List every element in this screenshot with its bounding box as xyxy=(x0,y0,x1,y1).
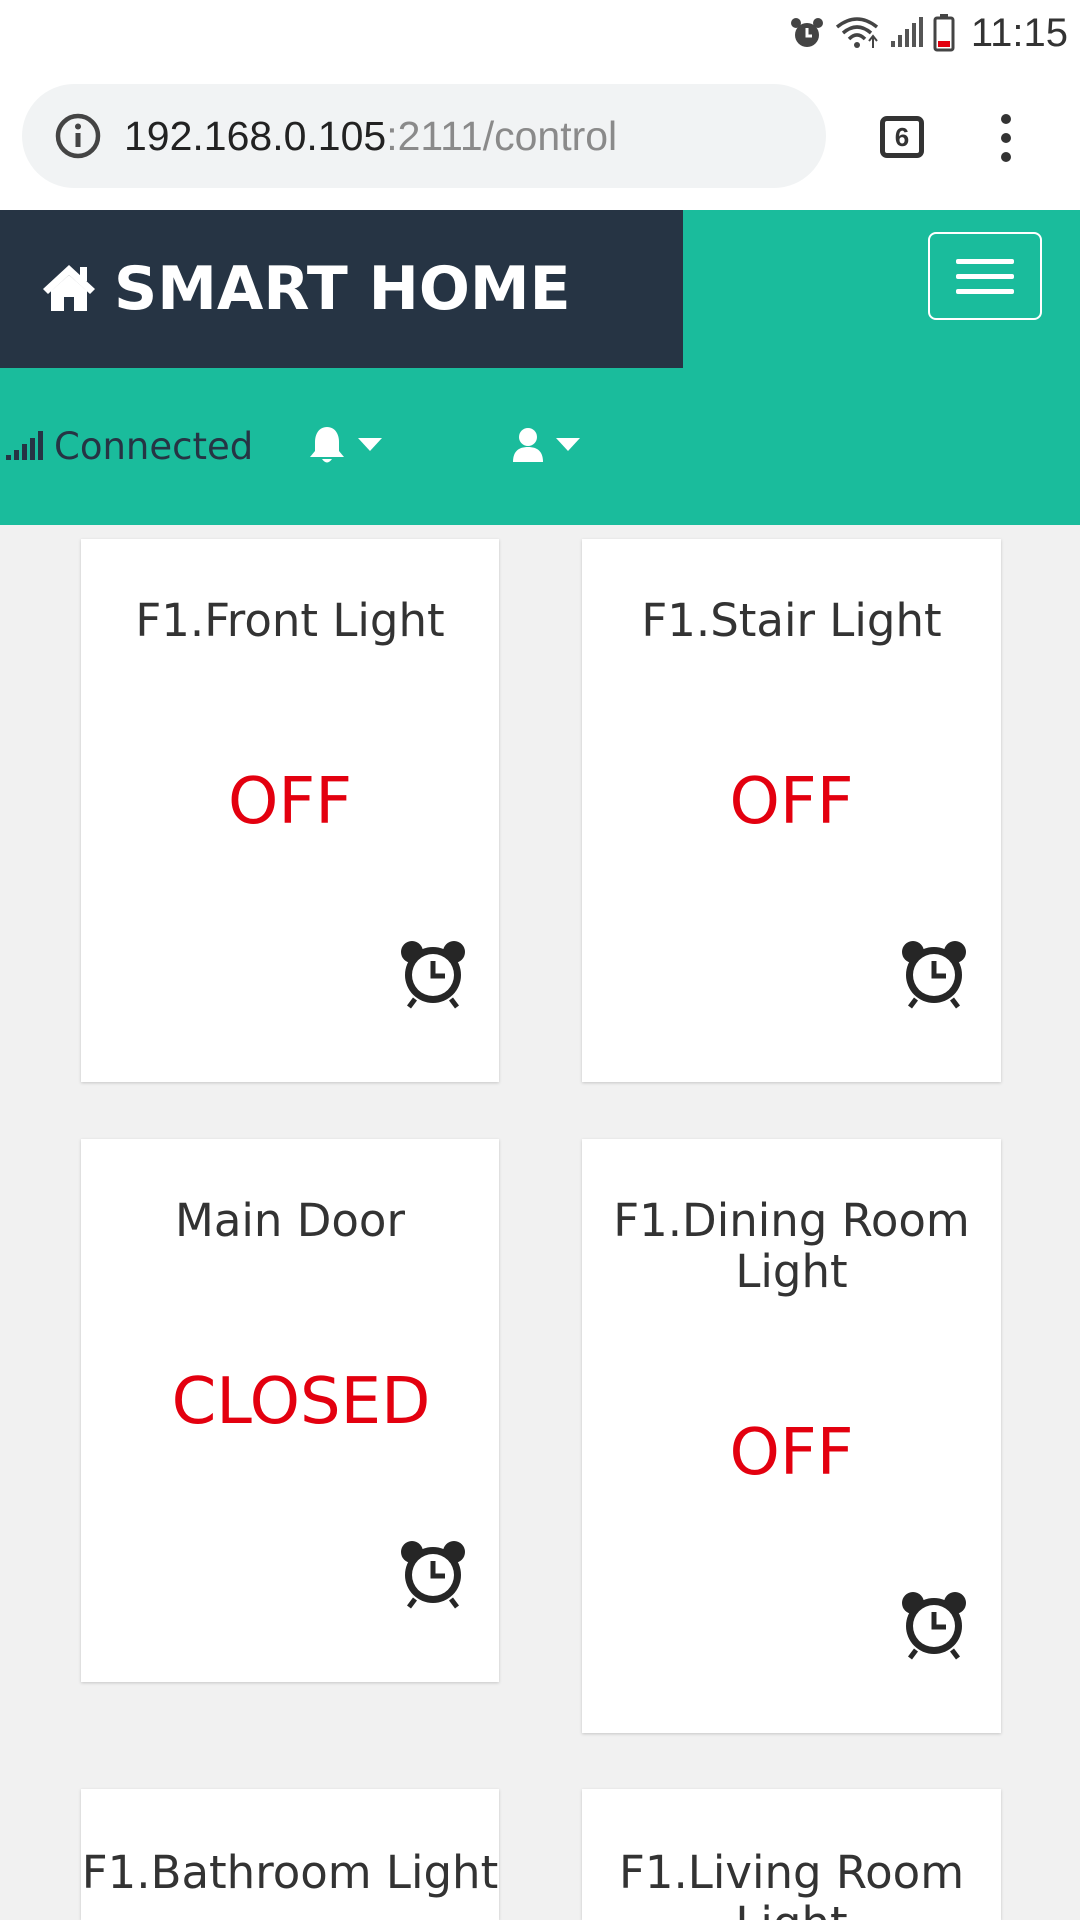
device-card[interactable]: Main Door CLOSED xyxy=(81,1139,499,1682)
navbar-row: Connected xyxy=(0,368,1080,525)
connection-status-label: Connected xyxy=(54,425,254,468)
device-name: F1.Bathroom Light xyxy=(81,1846,499,1899)
caret-down-icon xyxy=(556,437,580,456)
status-icons: 11:15 xyxy=(789,8,1068,58)
hamburger-icon xyxy=(956,288,1014,294)
address-bar[interactable]: 192.168.0.105:2111/control xyxy=(22,84,826,188)
caret-down-icon xyxy=(358,437,382,456)
signal-bars-icon xyxy=(6,429,44,465)
battery-low-icon xyxy=(933,14,955,52)
url-text[interactable]: 192.168.0.105:2111/control xyxy=(124,113,617,160)
device-card[interactable]: F1.Dining Room Light OFF xyxy=(582,1139,1001,1733)
alarm-icon xyxy=(789,15,825,51)
bell-icon xyxy=(308,425,346,469)
device-name: F1.Living Room Light xyxy=(618,1846,965,1920)
tab-switcher-icon[interactable]: 6 xyxy=(880,116,924,158)
navbar-toggle-button[interactable] xyxy=(928,232,1042,320)
device-name: F1.Dining Room Light xyxy=(613,1194,970,1298)
device-name: F1.Front Light xyxy=(135,594,445,647)
device-name: Main Door xyxy=(175,1194,405,1247)
device-state[interactable]: OFF xyxy=(582,767,1001,837)
home-icon xyxy=(40,261,98,317)
status-time: 11:15 xyxy=(970,10,1068,55)
device-card[interactable]: F1.Front Light OFF xyxy=(81,539,499,1082)
device-card[interactable]: F1.Bathroom Light xyxy=(81,1789,499,1920)
device-state[interactable]: CLOSED xyxy=(92,1367,510,1437)
device-name: F1.Stair Light xyxy=(641,594,942,647)
brand-title: SMART HOME xyxy=(114,254,571,324)
user-dropdown[interactable] xyxy=(512,427,580,467)
alarm-clock-icon[interactable] xyxy=(397,937,469,1009)
user-icon xyxy=(512,427,544,467)
browser-toolbar: 192.168.0.105:2111/control 6 xyxy=(0,66,1080,210)
url-path: :2111/control xyxy=(386,112,618,159)
wifi-icon xyxy=(835,15,879,51)
alarm-clock-icon[interactable] xyxy=(898,937,970,1009)
url-host: 192.168.0.105 xyxy=(124,112,387,159)
notifications-dropdown[interactable] xyxy=(308,425,382,469)
alarm-clock-icon[interactable] xyxy=(397,1537,469,1609)
status-bar: 11:15 xyxy=(0,0,1080,66)
hamburger-icon xyxy=(956,273,1014,279)
device-state[interactable]: OFF xyxy=(81,767,499,837)
app-navbar: SMART HOME Connected xyxy=(0,210,1080,525)
brand[interactable]: SMART HOME xyxy=(0,210,683,368)
connection-status: Connected xyxy=(6,425,253,468)
device-card[interactable]: F1.Stair Light OFF xyxy=(582,539,1001,1082)
more-vert-icon[interactable] xyxy=(996,114,1016,162)
signal-icon xyxy=(889,17,923,49)
device-state[interactable]: OFF xyxy=(582,1418,1001,1488)
alarm-clock-icon[interactable] xyxy=(898,1588,970,1660)
hamburger-icon xyxy=(956,258,1014,264)
device-card[interactable]: F1.Living Room Light xyxy=(582,1789,1001,1920)
info-icon[interactable] xyxy=(54,112,102,160)
